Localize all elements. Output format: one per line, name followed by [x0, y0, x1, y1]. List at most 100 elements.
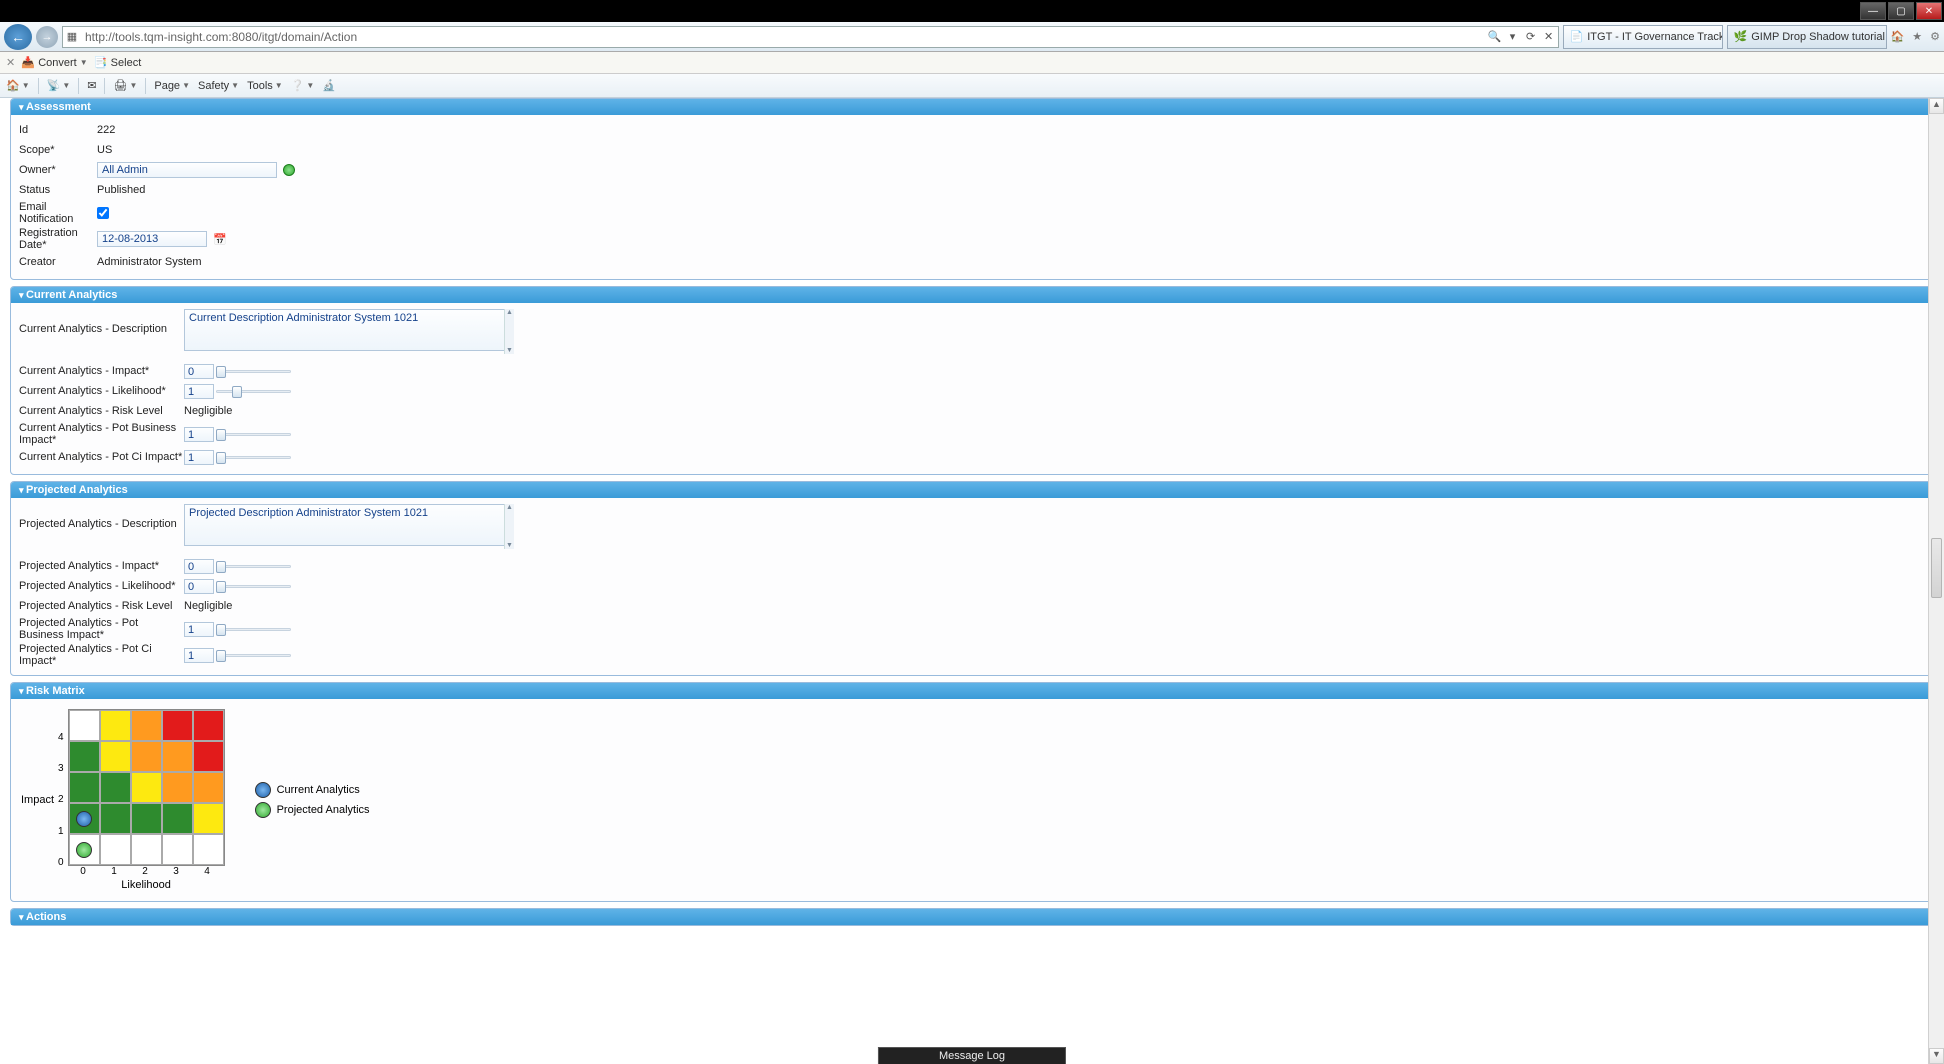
y-axis-label: Impact [21, 794, 54, 806]
projected-likelihood-label: Projected Analytics - Likelihood* [19, 580, 184, 592]
current-likelihood-label: Current Analytics - Likelihood* [19, 385, 184, 397]
window-maximize-button[interactable]: ▢ [1888, 2, 1914, 20]
current-pci-label: Current Analytics - Pot Ci Impact* [19, 451, 184, 463]
address-bar[interactable]: ▦ 🔍 ▾ ⟳ ✕ [62, 26, 1559, 48]
risk-matrix-header[interactable]: Risk Matrix [11, 683, 1933, 699]
current-pci-slider[interactable] [216, 451, 291, 463]
risk-matrix-grid [68, 709, 225, 866]
url-input[interactable] [81, 30, 1486, 44]
projected-analytics-header[interactable]: Projected Analytics [11, 482, 1933, 498]
y-axis-ticks: 4 3 2 1 0 [58, 722, 66, 878]
home-menu[interactable]: 🏠▼ [6, 79, 30, 92]
convert-icon: 📥 [21, 56, 35, 70]
projected-pci-slider[interactable] [216, 649, 291, 661]
page-menu[interactable]: Page▼ [154, 80, 190, 92]
browser-tab[interactable]: 🌿 GIMP Drop Shadow tutorial - T... [1727, 25, 1887, 49]
scroll-down-icon[interactable]: ▼ [1929, 1048, 1944, 1064]
convert-label: Convert [38, 57, 77, 69]
legend-current-label: Current Analytics [277, 784, 360, 796]
tab-title: GIMP Drop Shadow tutorial - T... [1751, 31, 1886, 43]
projected-impact-value[interactable]: 0 [184, 559, 214, 574]
toolbar-close-icon[interactable]: ✕ [6, 56, 15, 69]
current-risk-level-value: Negligible [184, 405, 232, 417]
email-notification-checkbox[interactable] [97, 207, 109, 219]
browser-tab-active[interactable]: 📄 ITGT - IT Governance Track... ✕ [1563, 25, 1723, 49]
convert-button[interactable]: 📥 Convert ▼ [21, 56, 87, 70]
current-pbi-slider[interactable] [216, 428, 291, 440]
navbar-right-icons: 🏠 ★ ⚙ [1891, 30, 1940, 43]
print-menu[interactable]: 🖨▼ [113, 79, 137, 92]
research-icon: 🔬 [322, 79, 336, 92]
projected-analytics-panel: Projected Analytics Projected Analytics … [10, 481, 1934, 676]
owner-input[interactable] [97, 162, 277, 178]
projected-desc-label: Projected Analytics - Description [19, 504, 184, 530]
rss-icon: 📡 [47, 79, 61, 92]
message-log-button[interactable]: Message Log [878, 1047, 1066, 1064]
registration-date-input[interactable] [97, 231, 207, 247]
search-icon[interactable]: 🔍 [1486, 30, 1504, 43]
textarea-scrollbar[interactable]: ▲▼ [504, 309, 514, 354]
risk-matrix-panel: Risk Matrix Impact 4 3 2 1 0 [10, 682, 1934, 902]
projected-impact-slider[interactable] [216, 560, 291, 572]
browser-navbar: ← → ▦ 🔍 ▾ ⟳ ✕ 📄 ITGT - IT Governance Tra… [0, 22, 1944, 52]
projected-likelihood-value[interactable]: 0 [184, 579, 214, 594]
projected-desc-textarea[interactable] [184, 504, 514, 546]
tab-favicon-icon: 🌿 [1734, 30, 1748, 44]
help-icon: ❔ [291, 79, 305, 92]
status-value: Published [97, 184, 145, 196]
safety-menu[interactable]: Safety▼ [198, 80, 239, 92]
projected-pbi-slider[interactable] [216, 623, 291, 635]
read-mail-button[interactable]: ✉ [87, 79, 96, 92]
current-analytics-marker [76, 811, 92, 827]
current-likelihood-value[interactable]: 1 [184, 384, 214, 399]
assessment-panel: Assessment Id222 Scope*US Owner* StatusP… [10, 98, 1934, 280]
research-button[interactable]: 🔬 [322, 79, 336, 92]
projected-pci-value[interactable]: 1 [184, 648, 214, 663]
nav-forward-button[interactable]: → [36, 26, 58, 48]
current-desc-label: Current Analytics - Description [19, 309, 184, 335]
projected-pci-label: Projected Analytics - Pot Ci Impact* [19, 643, 184, 667]
tools-gear-icon[interactable]: ⚙ [1930, 30, 1940, 43]
projected-pbi-value[interactable]: 1 [184, 622, 214, 637]
dropdown-icon[interactable]: ▾ [1504, 30, 1522, 43]
projected-risk-level-label: Projected Analytics - Risk Level [19, 600, 184, 612]
current-impact-value[interactable]: 0 [184, 364, 214, 379]
actions-header[interactable]: Actions [11, 909, 1933, 925]
projected-analytics-marker [76, 842, 92, 858]
current-analytics-header[interactable]: Current Analytics [11, 287, 1933, 303]
select-icon: 📑 [94, 56, 108, 70]
scroll-up-icon[interactable]: ▲ [1929, 98, 1944, 114]
favorites-icon[interactable]: ★ [1912, 30, 1922, 43]
current-pci-value[interactable]: 1 [184, 450, 214, 465]
page-scrollbar[interactable]: ▲ ▼ [1928, 98, 1944, 1064]
current-likelihood-slider[interactable] [216, 385, 291, 397]
status-label: Status [19, 184, 97, 196]
projected-likelihood-slider[interactable] [216, 580, 291, 592]
textarea-scrollbar[interactable]: ▲▼ [504, 504, 514, 549]
creator-label: Creator [19, 256, 97, 268]
legend-projected-icon [255, 802, 271, 818]
current-impact-slider[interactable] [216, 365, 291, 377]
owner-status-icon[interactable] [283, 164, 295, 176]
home-icon[interactable]: 🏠 [1891, 30, 1905, 43]
assessment-header[interactable]: Assessment [11, 99, 1933, 115]
calendar-icon[interactable]: 📅 [213, 233, 227, 246]
scroll-thumb[interactable] [1931, 538, 1942, 598]
feeds-menu[interactable]: 📡▼ [47, 79, 71, 92]
scope-value: US [97, 144, 112, 156]
window-close-button[interactable]: ✕ [1916, 2, 1942, 20]
select-button[interactable]: 📑 Select [94, 56, 142, 70]
legend-projected-label: Projected Analytics [277, 804, 370, 816]
current-pbi-value[interactable]: 1 [184, 427, 214, 442]
stop-icon[interactable]: ✕ [1540, 30, 1558, 43]
help-menu[interactable]: ❔▼ [291, 79, 315, 92]
actions-panel: Actions [10, 908, 1934, 926]
window-minimize-button[interactable]: — [1860, 2, 1886, 20]
current-risk-level-label: Current Analytics - Risk Level [19, 405, 184, 417]
nav-back-button[interactable]: ← [4, 24, 32, 50]
x-axis-ticks: 0 1 2 3 4 [68, 866, 225, 877]
page-favicon-icon: ▦ [63, 30, 81, 43]
refresh-icon[interactable]: ⟳ [1522, 30, 1540, 43]
tools-menu[interactable]: Tools▼ [247, 80, 283, 92]
current-desc-textarea[interactable] [184, 309, 514, 351]
